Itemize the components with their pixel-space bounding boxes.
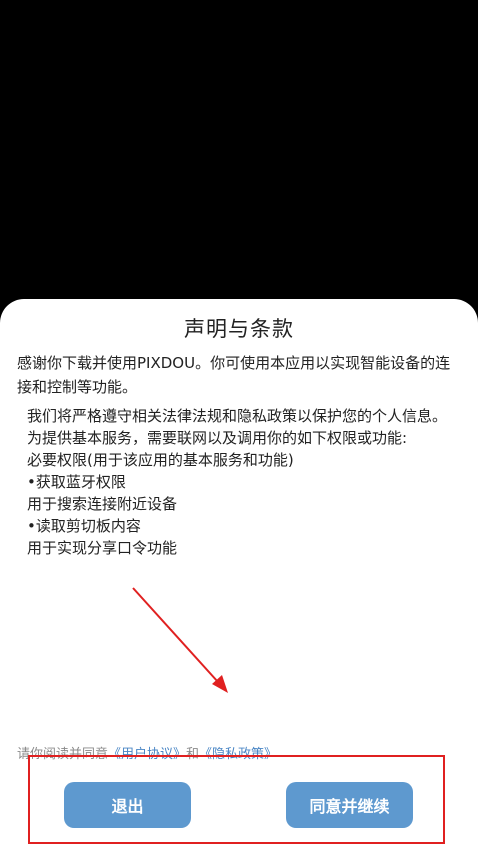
- privacy-policy-link[interactable]: 《隐私政策》: [199, 747, 277, 762]
- permissions-line: 用于实现分享口令功能: [27, 539, 178, 557]
- dialog-title: 声明与条款: [184, 317, 294, 341]
- user-agreement-link[interactable]: 《用户协议》: [108, 747, 186, 762]
- agreement-conjunction: 和: [186, 747, 200, 762]
- intro-text: 感谢你下载并使用PIXDOU。你可使用本应用以实现智能设备的连接和控制等功能。: [17, 354, 451, 396]
- permissions-line: 用于搜索连接附近设备: [27, 495, 178, 513]
- agree-continue-button[interactable]: 同意并继续: [286, 782, 413, 828]
- agreement-text: 请你阅读并同意《用户协议》和《隐私政策》: [17, 743, 277, 762]
- permissions-line: 必要权限(用于该应用的基本服务和功能): [27, 451, 294, 469]
- permissions-line: 我们将严格遵守相关法律法规和隐私政策以保护您的个人信息。: [27, 407, 448, 425]
- permissions-list: 我们将严格遵守相关法律法规和隐私政策以保护您的个人信息。 为提供基本服务，需要联…: [27, 405, 467, 559]
- permissions-line: •读取剪切板内容: [27, 517, 141, 535]
- agreement-prefix: 请你阅读并同意: [17, 747, 109, 762]
- terms-dialog: 声明与条款 感谢你下载并使用PIXDOU。你可使用本应用以实现智能设备的连接和控…: [0, 299, 478, 849]
- exit-button[interactable]: 退出: [64, 782, 191, 828]
- permissions-line: 为提供基本服务，需要联网以及调用你的如下权限或功能:: [27, 429, 408, 447]
- permissions-line: •获取蓝牙权限: [27, 473, 126, 491]
